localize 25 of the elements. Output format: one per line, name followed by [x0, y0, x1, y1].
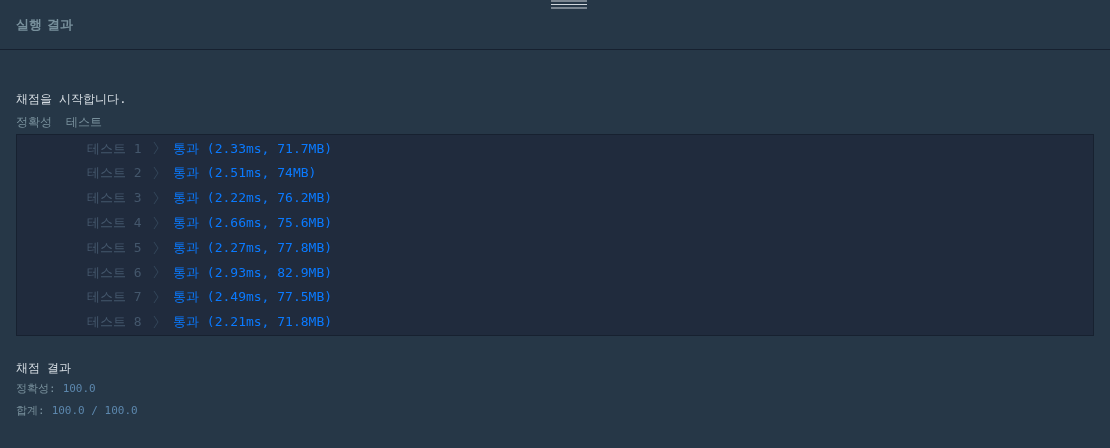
test-result: 통과 (2.66ms, 75.6MB): [173, 214, 333, 233]
summary-heading: 채점 결과: [16, 360, 73, 378]
chevron-icon: [153, 141, 159, 156]
chevron-icon: [153, 290, 159, 305]
chevron-icon: [153, 166, 159, 181]
chevron-icon: [153, 240, 159, 255]
summary-value: 100.0: [62, 381, 96, 398]
chevron-icon: [153, 191, 159, 205]
chevron-icon: [153, 215, 159, 230]
summary-label: 합계:: [16, 403, 45, 420]
log-text: 채점을 시작합니다.: [16, 91, 128, 108]
summary-value: 100.0 / 100.0: [51, 403, 138, 420]
section-heading: 정확성 테스트: [16, 114, 104, 131]
summary-label: 정확성:: [16, 381, 56, 398]
test-result: 통과 (2.93ms, 82.9MB): [173, 263, 333, 282]
test-result: 통과 (2.22ms, 76.2MB): [173, 189, 333, 208]
test-result: 통과 (2.33ms, 71.7MB): [173, 139, 333, 158]
resize-handle-icon[interactable]: [551, 0, 587, 9]
test-result: 통과 (2.21ms, 71.8MB): [173, 313, 333, 332]
test-result: 통과 (2.27ms, 77.8MB): [173, 238, 333, 257]
chevron-icon: [153, 314, 159, 329]
panel-title: 실행 결과: [16, 15, 73, 34]
chevron-icon: [153, 265, 159, 280]
test-result: 통과 (2.51ms, 74MB): [173, 164, 317, 183]
test-result: 통과 (2.49ms, 77.5MB): [173, 288, 333, 307]
